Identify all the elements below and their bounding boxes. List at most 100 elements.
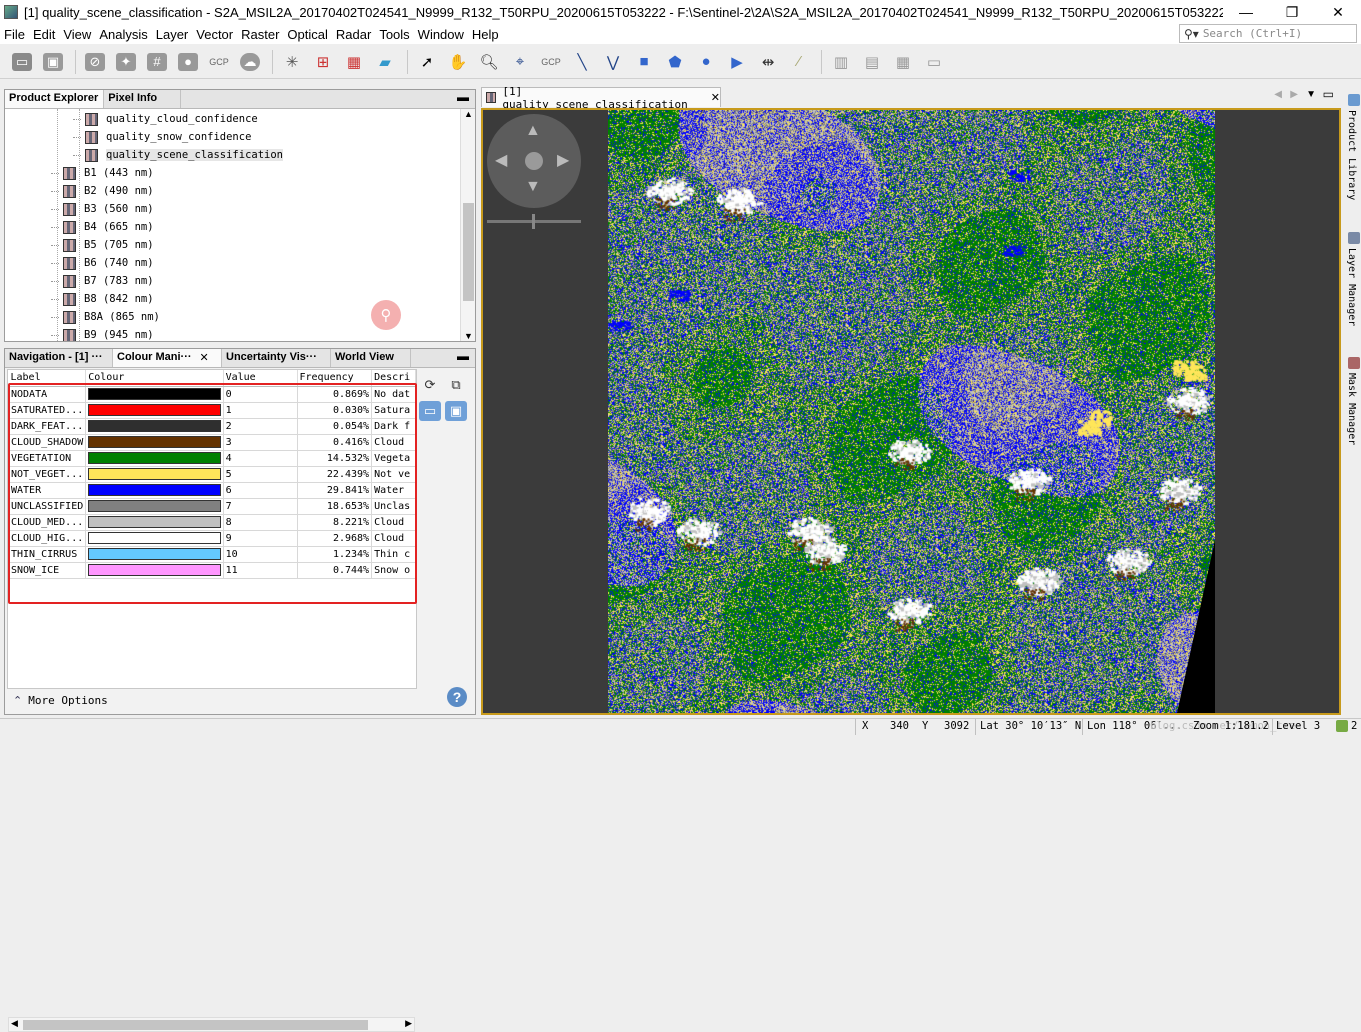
frequency-cell[interactable]: 22.439%	[296, 465, 373, 483]
search-input[interactable]: Search (Ctrl+I)	[1203, 27, 1302, 40]
pan-up-icon[interactable]: ▲	[525, 122, 541, 140]
label-cell[interactable]: NOT_VEGET...	[8, 465, 87, 483]
close-button[interactable]: ✕	[1315, 0, 1361, 24]
tree-item[interactable]: B9 (945 nm)	[51, 326, 154, 341]
tool-button-4[interactable]: ●	[174, 49, 202, 75]
colour-swatch[interactable]	[88, 484, 221, 496]
magic-wand-button[interactable]: ⁄	[785, 49, 813, 75]
tile-grid-button[interactable]: ▦	[889, 49, 917, 75]
image-view-tab[interactable]: [1] quality_scene_classification ✕	[481, 85, 721, 111]
column-header-colour[interactable]: Colour	[85, 370, 224, 387]
colour-cell[interactable]	[85, 513, 224, 531]
description-cell[interactable]: Cloud	[371, 433, 416, 451]
tab-world-view[interactable]: World View	[331, 349, 411, 367]
column-header-description[interactable]: Descri	[371, 370, 416, 387]
mask-manager-tab[interactable]: Mask Manager	[1346, 373, 1357, 445]
tree-item[interactable]: B1 (443 nm)	[51, 164, 154, 182]
tree-item[interactable]: B3 (560 nm)	[51, 200, 154, 218]
scroll-down-icon[interactable]: ▼	[464, 331, 473, 341]
description-cell[interactable]: No dat	[371, 385, 416, 403]
column-header-label[interactable]: Label	[8, 370, 87, 387]
range-tool-button[interactable]: ⇹	[754, 49, 782, 75]
label-cell[interactable]: THIN_CIRRUS	[8, 545, 87, 563]
table-row[interactable]: SNOW_ICE 11 0.744% Snow o	[8, 561, 416, 579]
table-horizontal-scrollbar[interactable]: ◀ ▶	[8, 1017, 415, 1032]
scroll-right-icon[interactable]: ▶	[405, 1018, 412, 1029]
value-cell[interactable]: 5	[222, 465, 298, 483]
pan-down-icon[interactable]: ▼	[525, 178, 541, 196]
description-cell[interactable]: Water	[371, 481, 416, 499]
polyline-tool-button[interactable]: ⋁	[599, 49, 627, 75]
column-header-value[interactable]: Value	[223, 370, 298, 387]
close-tab-icon[interactable]: ✕	[200, 351, 209, 364]
description-cell[interactable]: Vegeta	[371, 449, 416, 467]
label-cell[interactable]: VEGETATION	[8, 449, 87, 467]
pan-tool-button[interactable]: ✋	[444, 49, 472, 75]
table-row[interactable]: THIN_CIRRUS 10 1.234% Thin c	[8, 545, 416, 563]
column-header-frequency[interactable]: Frequency	[297, 370, 373, 387]
colour-cell[interactable]	[85, 417, 224, 435]
colour-swatch[interactable]	[88, 532, 221, 544]
tree-item[interactable]: B2 (490 nm)	[51, 182, 154, 200]
label-cell[interactable]: NODATA	[8, 385, 87, 403]
menu-analysis[interactable]: Analysis	[95, 27, 151, 42]
gcp-button-2[interactable]: GCP	[537, 49, 565, 75]
frequency-cell[interactable]: 2.968%	[296, 529, 373, 547]
tree-item[interactable]: B5 (705 nm)	[51, 236, 154, 254]
more-options[interactable]: ⌃ More Options	[13, 694, 108, 707]
rectangle-tool-button[interactable]: ■	[630, 49, 658, 75]
tree-item[interactable]: B4 (665 nm)	[51, 218, 154, 236]
tree-item[interactable]: B8 (842 nm)	[51, 290, 154, 308]
label-cell[interactable]: DARK_FEAT...	[8, 417, 87, 435]
description-cell[interactable]: Unclas	[371, 497, 416, 515]
tab-pixel-info[interactable]: Pixel Info	[104, 90, 182, 108]
description-cell[interactable]: Cloud	[371, 529, 416, 547]
layer-manager-tab[interactable]: Layer Manager	[1346, 248, 1357, 326]
frequency-cell[interactable]: 14.532%	[296, 449, 373, 467]
tree-scrollbar[interactable]: ▲ ▼	[460, 109, 475, 341]
label-cell[interactable]: UNCLASSIFIED	[8, 497, 87, 515]
tile-evenly-button[interactable]: ▥	[827, 49, 855, 75]
frequency-cell[interactable]: 0.869%	[296, 385, 373, 403]
product-library-icon[interactable]	[1348, 94, 1360, 106]
table-row[interactable]: SATURATED... 1 0.030% Satura	[8, 401, 416, 419]
nav-center-icon[interactable]	[525, 152, 543, 170]
table-row[interactable]: CLOUD_MED... 8 8.221% Cloud	[8, 513, 416, 531]
value-cell[interactable]: 8	[222, 513, 298, 531]
classification-raster[interactable]	[608, 110, 1215, 713]
maximize-button[interactable]: ❐	[1269, 0, 1315, 24]
value-cell[interactable]: 6	[222, 481, 298, 499]
menu-layer[interactable]: Layer	[152, 27, 193, 42]
tree-item[interactable]: quality_scene_classification	[73, 146, 284, 164]
description-cell[interactable]: Not ve	[371, 465, 416, 483]
menu-vector[interactable]: Vector	[192, 27, 237, 42]
label-cell[interactable]: SNOW_ICE	[8, 561, 87, 579]
zoom-tool-button[interactable]: 🔍︎	[475, 49, 503, 75]
select-region-button[interactable]: ▶	[723, 49, 751, 75]
menu-window[interactable]: Window	[414, 27, 468, 42]
label-cell[interactable]: SATURATED...	[8, 401, 87, 419]
tree-item[interactable]: B8A (865 nm)	[51, 308, 160, 326]
table-row[interactable]: UNCLASSIFIED 7 18.653% Unclas	[8, 497, 416, 515]
tab-navigation[interactable]: Navigation - [1] ···	[5, 349, 113, 367]
zoom-slider-thumb[interactable]	[532, 214, 535, 229]
menu-raster[interactable]: Raster	[237, 27, 283, 42]
colour-cell[interactable]	[85, 385, 224, 403]
colour-swatch[interactable]	[88, 564, 221, 576]
tool-button-6[interactable]: ✳	[278, 49, 306, 75]
frequency-cell[interactable]: 8.221%	[296, 513, 373, 531]
notification-icon[interactable]	[1336, 720, 1348, 732]
value-cell[interactable]: 3	[222, 433, 298, 451]
maximize-view-icon[interactable]: ▭	[1323, 87, 1334, 101]
tool-button-1[interactable]: ⊘	[81, 49, 109, 75]
mask-manager-icon[interactable]	[1348, 357, 1360, 369]
minimize-button[interactable]: —	[1223, 0, 1269, 24]
frequency-cell[interactable]: 0.030%	[296, 401, 373, 419]
tab-nav-left-icon[interactable]: ◀	[1274, 89, 1282, 100]
colour-cell[interactable]	[85, 497, 224, 515]
pan-right-icon[interactable]: ▶	[557, 150, 569, 170]
value-cell[interactable]: 2	[222, 417, 298, 435]
menu-help[interactable]: Help	[468, 27, 503, 42]
tree-item[interactable]: B6 (740 nm)	[51, 254, 154, 272]
open-product-button[interactable]: ▭	[8, 49, 36, 75]
